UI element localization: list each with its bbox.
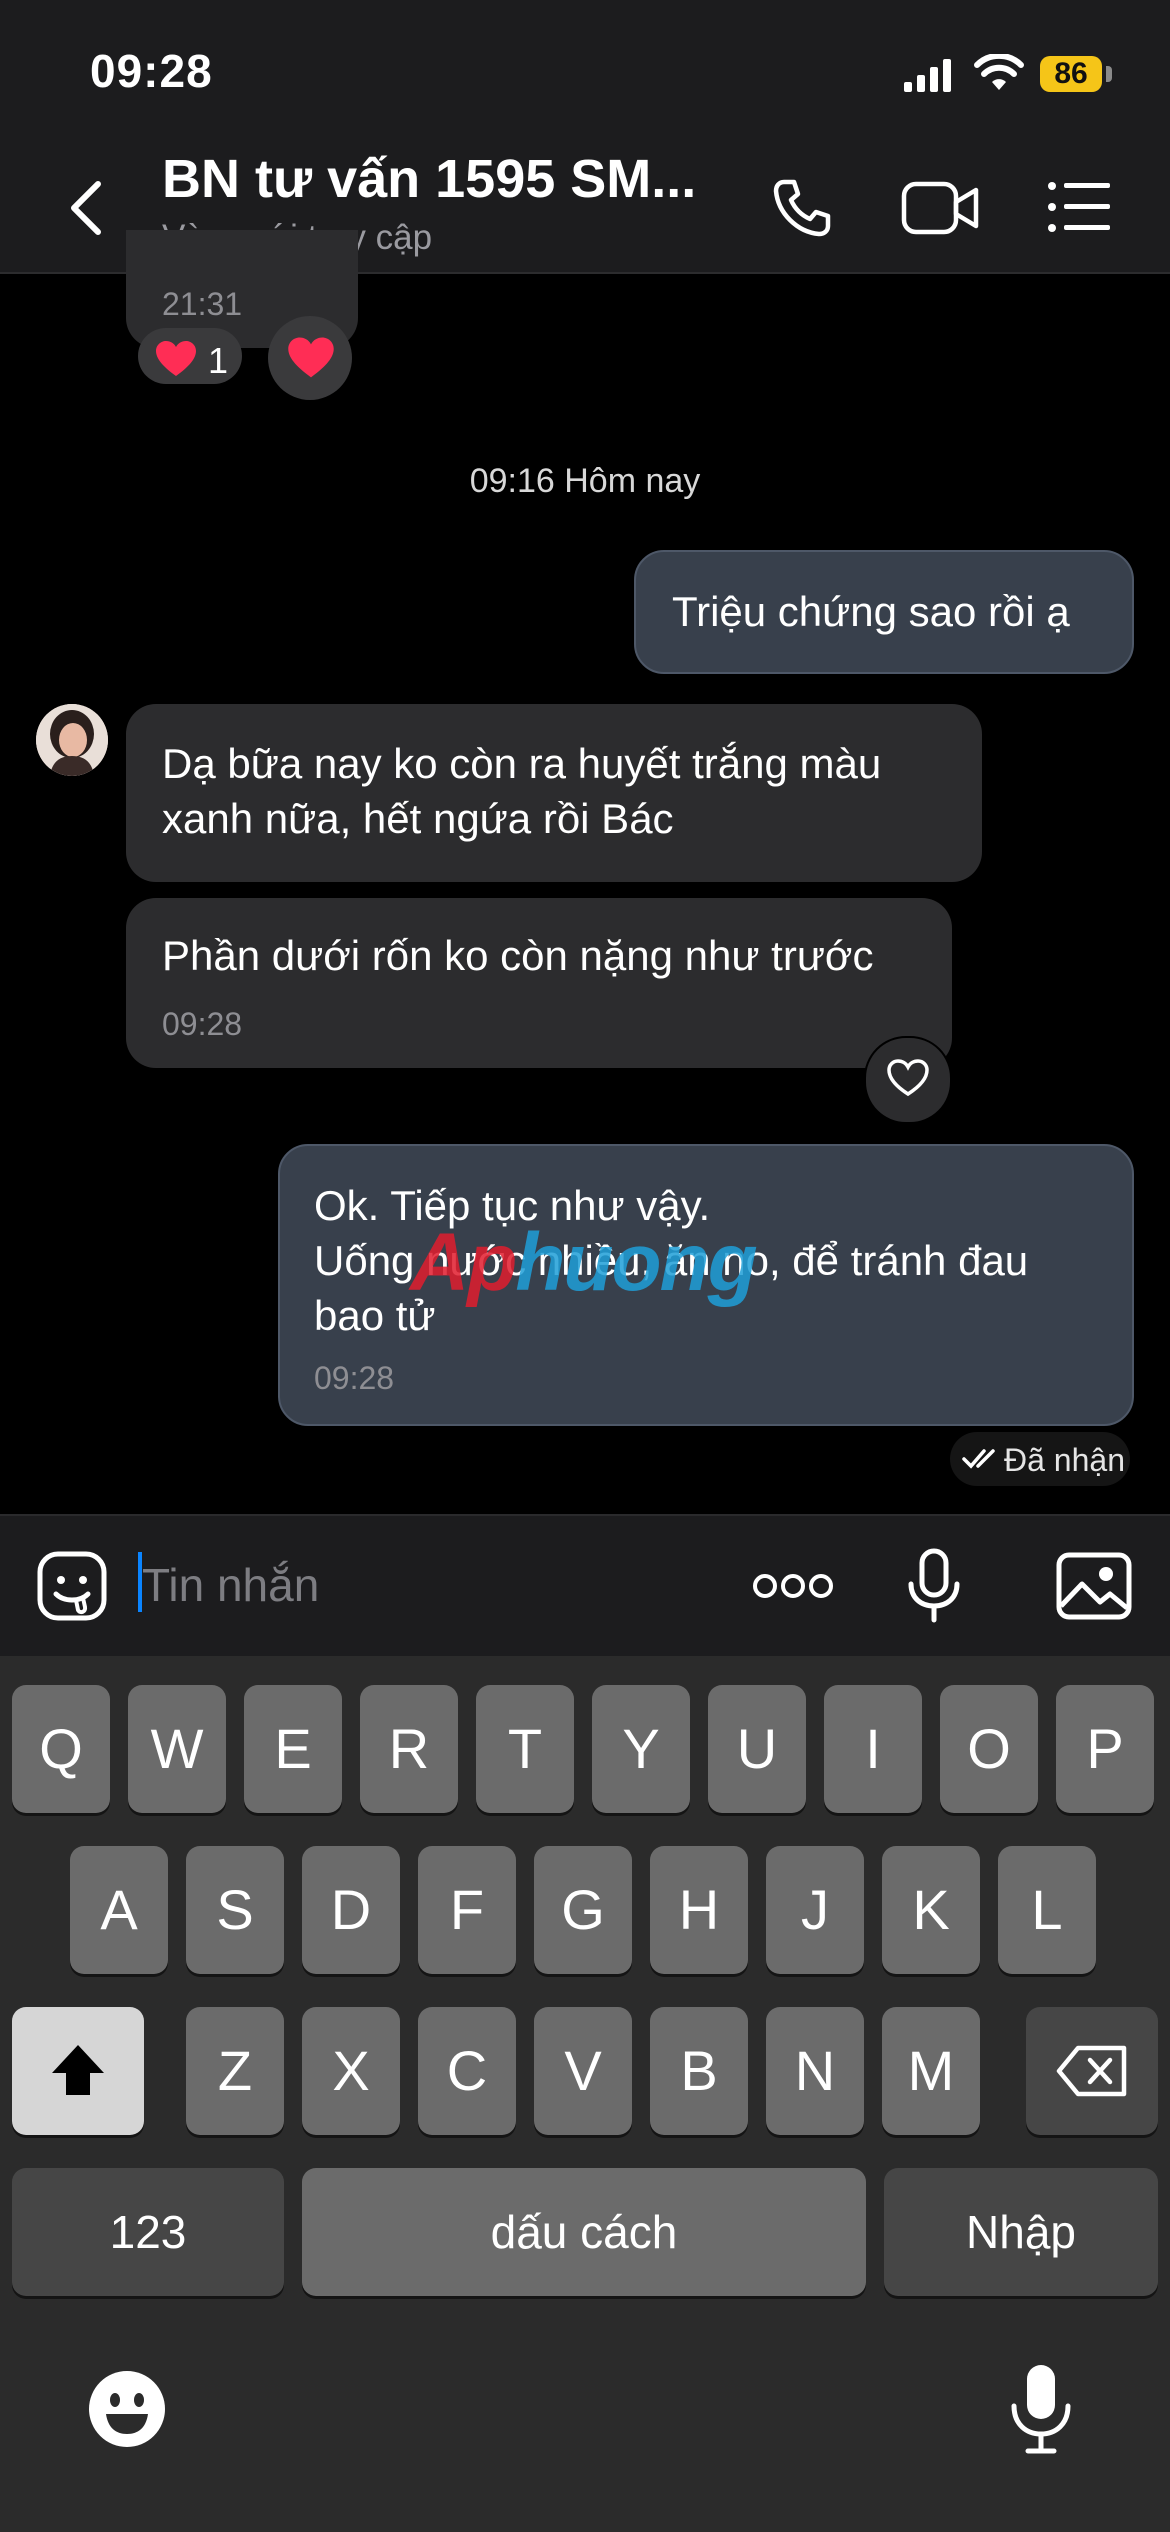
backspace-key[interactable] <box>1026 2007 1158 2135</box>
double-check-icon <box>962 1449 995 1469</box>
date-separator: 09:16 Hôm nay <box>469 462 701 500</box>
phone-icon[interactable] <box>770 176 834 240</box>
image-icon[interactable] <box>1056 1552 1132 1620</box>
key-r[interactable]: R <box>360 1685 458 1813</box>
watermark-logo: Aphuong <box>410 1217 758 1308</box>
delivery-status: Đã nhận <box>1004 1442 1125 1478</box>
shift-key[interactable] <box>12 2007 144 2135</box>
heart-icon <box>156 341 196 376</box>
avatar[interactable] <box>36 704 108 776</box>
signal-icon <box>904 59 951 92</box>
key-w[interactable]: W <box>128 1685 226 1813</box>
backspace-icon <box>1056 2045 1127 2097</box>
mic-icon[interactable] <box>906 1548 962 1624</box>
sticker-icon[interactable] <box>36 1550 108 1622</box>
key-i[interactable]: I <box>824 1685 922 1813</box>
heart-outline-icon <box>887 1059 929 1097</box>
key-v[interactable]: V <box>534 2007 632 2135</box>
video-call-icon[interactable] <box>900 178 980 238</box>
message-text: Phần dưới rốn ko còn nặng như trước <box>162 932 874 979</box>
key-y[interactable]: Y <box>592 1685 690 1813</box>
key-o[interactable]: O <box>940 1685 1038 1813</box>
key-b[interactable]: B <box>650 2007 748 2135</box>
menu-icon[interactable] <box>1046 180 1112 234</box>
key-u[interactable]: U <box>708 1685 806 1813</box>
key-h[interactable]: H <box>650 1846 748 1974</box>
key-d[interactable]: D <box>302 1846 400 1974</box>
message-input[interactable]: Tin nhắn <box>142 1558 319 1612</box>
reaction-count: 1 <box>208 340 229 381</box>
shift-icon <box>52 2045 104 2095</box>
space-key[interactable]: dấu cách <box>302 2168 866 2296</box>
message-bubble-received[interactable]: Dạ bữa nay ko còn ra huyết trắng màu xan… <box>126 704 982 882</box>
key-t[interactable]: T <box>476 1685 574 1813</box>
key-c[interactable]: C <box>418 2007 516 2135</box>
key-x[interactable]: X <box>302 2007 400 2135</box>
key-z[interactable]: Z <box>186 2007 284 2135</box>
avatar-image <box>36 704 108 776</box>
more-icon[interactable] <box>752 1572 834 1600</box>
key-j[interactable]: J <box>766 1846 864 1974</box>
previous-message-time: 21:31 <box>162 286 243 322</box>
key-n[interactable]: N <box>766 2007 864 2135</box>
message-text: Triệu chứng sao rồi ạ <box>672 588 1070 635</box>
wifi-icon <box>974 54 1024 90</box>
key-l[interactable]: L <box>998 1846 1096 1974</box>
numbers-key[interactable]: 123 <box>12 2168 284 2296</box>
contact-name[interactable]: BN tư vấn 1595 SM... <box>162 148 696 210</box>
emoji-icon[interactable] <box>86 2368 168 2450</box>
heart-icon <box>288 337 334 378</box>
key-e[interactable]: E <box>244 1685 342 1813</box>
return-key[interactable]: Nhập <box>884 2168 1158 2296</box>
dictation-icon[interactable] <box>1008 2362 1074 2456</box>
message-time: 09:28 <box>162 1006 243 1042</box>
battery-indicator: 86 <box>1040 56 1102 92</box>
key-g[interactable]: G <box>534 1846 632 1974</box>
key-f[interactable]: F <box>418 1846 516 1974</box>
key-q[interactable]: Q <box>12 1685 110 1813</box>
key-m[interactable]: M <box>882 2007 980 2135</box>
message-text: Dạ bữa nay ko còn ra huyết trắng màu xan… <box>162 740 882 842</box>
message-bubble-sent[interactable]: Triệu chứng sao rồi ạ <box>634 550 1134 674</box>
back-icon[interactable] <box>64 178 108 238</box>
battery-tip <box>1106 66 1112 82</box>
key-s[interactable]: S <box>186 1846 284 1974</box>
key-a[interactable]: A <box>70 1846 168 1974</box>
status-time: 09:28 <box>90 45 213 97</box>
message-time: 09:28 <box>314 1360 395 1396</box>
message-bubble-received[interactable]: Phần dưới rốn ko còn nặng như trước 09:2… <box>126 898 952 1068</box>
key-p[interactable]: P <box>1056 1685 1154 1813</box>
key-k[interactable]: K <box>882 1846 980 1974</box>
